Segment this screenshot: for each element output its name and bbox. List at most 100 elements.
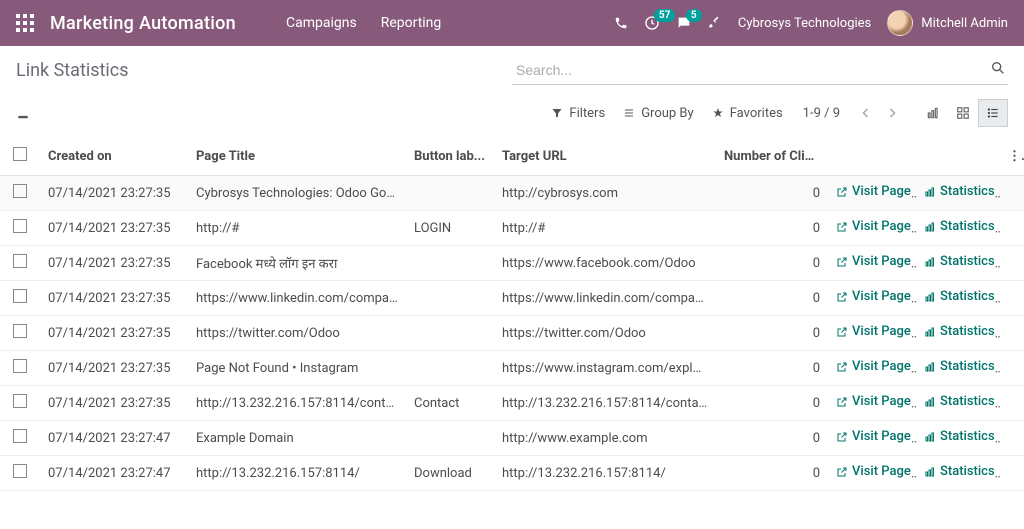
row-checkbox[interactable] xyxy=(13,324,27,338)
messages-icon[interactable]: 5 xyxy=(676,15,692,31)
app-title[interactable]: Marketing Automation xyxy=(50,13,236,34)
cell-url: http://cybrosys.com xyxy=(494,176,716,211)
cell-clicks: 0 xyxy=(716,421,828,456)
groupby-label: Group By xyxy=(641,106,694,121)
view-list[interactable] xyxy=(978,99,1008,127)
visit-page-link[interactable]: Visit Page xyxy=(836,464,911,479)
visit-page-link[interactable]: Visit Page xyxy=(836,394,911,409)
search-input[interactable] xyxy=(512,56,1008,85)
row-checkbox[interactable] xyxy=(13,394,27,408)
cell-clicks: 0 xyxy=(716,456,828,491)
cell-title: Cybrosys Technologies: Odoo Gold ... xyxy=(188,176,406,211)
statistics-link[interactable]: Statistics xyxy=(924,429,995,444)
nav-reporting[interactable]: Reporting xyxy=(381,15,442,31)
phone-icon[interactable] xyxy=(614,16,628,30)
table-row[interactable]: 07/14/2021 23:27:35http://#LOGINhttp://#… xyxy=(0,211,1024,246)
navbar-right: 57 5 Cybrosys Technologies Mitchell Admi… xyxy=(614,10,1008,36)
nav-menu: Campaigns Reporting xyxy=(286,15,441,31)
settings-icon[interactable] xyxy=(708,16,722,30)
cell-button-label: LOGIN xyxy=(406,211,494,246)
table-row[interactable]: 07/14/2021 23:27:47http://13.232.216.157… xyxy=(0,456,1024,491)
cell-url: http://www.example.com xyxy=(494,421,716,456)
search-wrap xyxy=(512,56,1008,85)
cell-created: 07/14/2021 23:27:35 xyxy=(40,211,188,246)
row-checkbox[interactable] xyxy=(13,429,27,443)
visit-page-link[interactable]: Visit Page xyxy=(836,254,911,269)
statistics-link[interactable]: Statistics xyxy=(924,464,995,479)
groupby-button[interactable]: Group By xyxy=(623,106,694,121)
cell-clicks: 0 xyxy=(716,316,828,351)
visit-page-link[interactable]: Visit Page xyxy=(836,219,911,234)
cell-url: https://www.instagram.com/explor... xyxy=(494,351,716,386)
table-row[interactable]: 07/14/2021 23:27:35Facebook मध्ये लॉग इन… xyxy=(0,246,1024,281)
table-row[interactable]: 07/14/2021 23:27:35Page Not Found • Inst… xyxy=(0,351,1024,386)
header-checkbox[interactable] xyxy=(0,137,40,176)
row-checkbox[interactable] xyxy=(13,184,27,198)
pager[interactable]: 1-9 / 9 xyxy=(803,106,840,121)
table-row[interactable]: 07/14/2021 23:27:35https://twitter.com/O… xyxy=(0,316,1024,351)
records-table: Created on Page Title Button lab... Targ… xyxy=(0,137,1024,491)
table-row[interactable]: 07/14/2021 23:27:35Cybrosys Technologies… xyxy=(0,176,1024,211)
export-button[interactable] xyxy=(16,106,30,120)
table-row[interactable]: 07/14/2021 23:27:35 http://13.232.216.157… xyxy=(0,386,1024,421)
view-kanban[interactable] xyxy=(948,99,978,127)
statistics-link[interactable]: Statistics xyxy=(924,394,995,409)
view-title: Link Statistics xyxy=(16,60,129,81)
cell-title: https://www.linkedin.com/compan... xyxy=(188,281,406,316)
header-clicks[interactable]: Number of Clicks xyxy=(716,137,828,176)
header-target-url[interactable]: Target URL xyxy=(494,137,716,176)
row-checkbox[interactable] xyxy=(13,464,27,478)
cell-clicks: 0 xyxy=(716,281,828,316)
table-row[interactable]: 07/14/2021 23:27:35https://www.linkedin.… xyxy=(0,281,1024,316)
cell-created: 07/14/2021 23:27:35 xyxy=(40,281,188,316)
cell-button-label xyxy=(406,281,494,316)
user-menu[interactable]: Mitchell Admin xyxy=(887,10,1008,36)
visit-page-link[interactable]: Visit Page xyxy=(836,289,911,304)
filters-button[interactable]: Filters xyxy=(551,106,605,121)
statistics-link[interactable]: Statistics xyxy=(924,324,995,339)
apps-icon[interactable] xyxy=(16,14,34,32)
search-icon[interactable] xyxy=(990,60,1006,76)
company-name[interactable]: Cybrosys Technologies xyxy=(738,16,871,31)
header-page-title[interactable]: Page Title xyxy=(188,137,406,176)
header-created[interactable]: Created on xyxy=(40,137,188,176)
avatar xyxy=(887,10,913,36)
statistics-link[interactable]: Statistics xyxy=(924,184,995,199)
cell-url: http://# xyxy=(494,211,716,246)
statistics-link[interactable]: Statistics xyxy=(924,289,995,304)
pager-prev[interactable] xyxy=(860,107,872,119)
row-checkbox[interactable] xyxy=(13,219,27,233)
cell-clicks: 0 xyxy=(716,386,828,421)
visit-page-link[interactable]: Visit Page xyxy=(836,429,911,444)
table-row[interactable]: 07/14/2021 23:27:47Example Domainhttp://… xyxy=(0,421,1024,456)
cell-title: https://twitter.com/Odoo xyxy=(188,316,406,351)
cell-title: http://# xyxy=(188,211,406,246)
cell-url: http://13.232.216.157:8114/ xyxy=(494,456,716,491)
view-graph[interactable] xyxy=(918,99,948,127)
statistics-link[interactable]: Statistics xyxy=(924,359,995,374)
row-checkbox[interactable] xyxy=(13,254,27,268)
visit-page-link[interactable]: Visit Page xyxy=(836,184,911,199)
header-button-label[interactable]: Button lab... xyxy=(406,137,494,176)
favorites-button[interactable]: Favorites xyxy=(712,106,783,121)
visit-page-link[interactable]: Visit Page xyxy=(836,359,911,374)
view-switcher xyxy=(918,99,1008,127)
cell-title: Page Not Found • Instagram xyxy=(188,351,406,386)
cell-created: 07/14/2021 23:27:35 xyxy=(40,386,188,421)
cell-created: 07/14/2021 23:27:35 xyxy=(40,246,188,281)
cell-clicks: 0 xyxy=(716,211,828,246)
statistics-link[interactable]: Statistics xyxy=(924,254,995,269)
row-checkbox[interactable] xyxy=(13,359,27,373)
cell-url: https://www.facebook.com/Odoo xyxy=(494,246,716,281)
row-checkbox[interactable] xyxy=(13,289,27,303)
statistics-link[interactable]: Statistics xyxy=(924,219,995,234)
pager-next[interactable] xyxy=(886,107,898,119)
cell-title: Example Domain xyxy=(188,421,406,456)
header-options[interactable]: ⋮ xyxy=(1000,137,1024,176)
visit-page-link[interactable]: Visit Page xyxy=(836,324,911,339)
nav-campaigns[interactable]: Campaigns xyxy=(286,15,357,31)
activities-icon[interactable]: 57 xyxy=(644,15,660,31)
cell-url: http://13.232.216.157:8114/contac... xyxy=(494,386,716,421)
activities-badge: 57 xyxy=(654,9,675,22)
cell-url: https://twitter.com/Odoo xyxy=(494,316,716,351)
